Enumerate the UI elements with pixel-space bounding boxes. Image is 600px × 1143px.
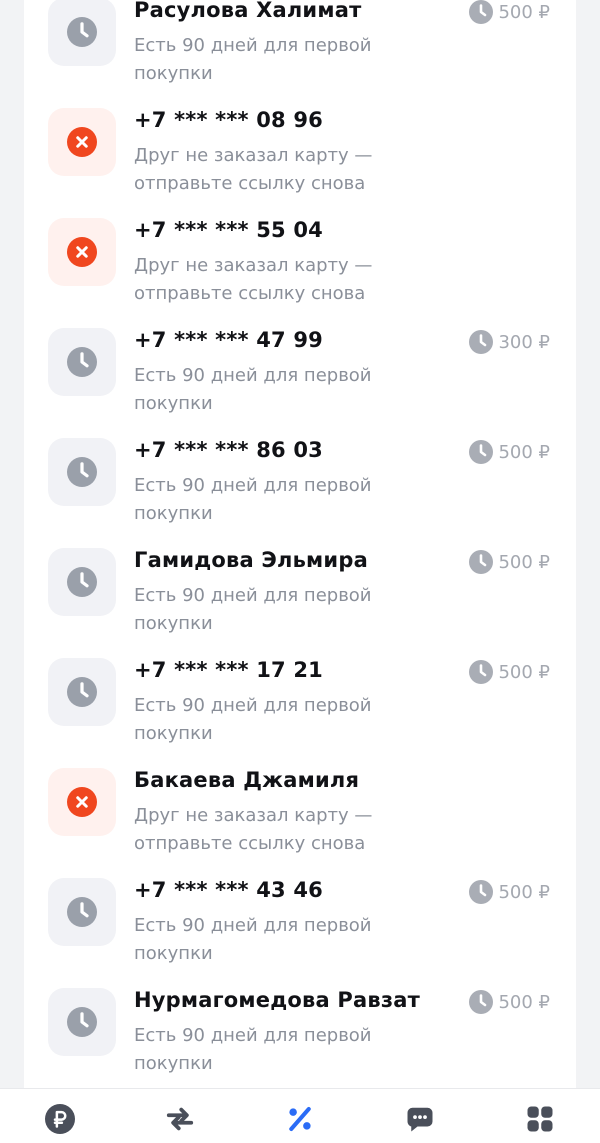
reward-amount: 500 ₽ (498, 991, 550, 1013)
clock-icon (67, 457, 97, 487)
tab-ruble[interactable] (44, 1103, 76, 1135)
pending-reward: 500 ₽ (469, 550, 550, 574)
clock-icon (67, 1007, 97, 1037)
pending-reward: 500 ₽ (469, 0, 550, 24)
percent-icon (285, 1104, 315, 1134)
tab-transfer-arrows[interactable] (164, 1103, 196, 1135)
reward-amount: 500 ₽ (498, 881, 550, 903)
cross-icon (67, 787, 97, 817)
referral-status-text: Есть 90 дней для первой покупки (134, 35, 372, 84)
pending-status-tile (48, 328, 116, 396)
grid-icon (525, 1104, 555, 1134)
referral-name: Гамидова Эльмира (134, 548, 368, 572)
clock-icon (469, 330, 494, 354)
referral-status-text: Есть 90 дней для первой покупки (134, 365, 372, 414)
tab-percent[interactable] (284, 1103, 316, 1135)
referral-name: +7 *** *** 17 21 (134, 658, 323, 682)
referral-item[interactable]: Расулова Халимат Есть 90 дней для первой … (24, 0, 576, 90)
referral-name: +7 *** *** 43 46 (134, 878, 323, 902)
referral-item[interactable]: +7 *** *** 55 04 Друг не заказал карту — … (24, 200, 576, 310)
pending-status-tile (48, 658, 116, 726)
reward-amount: 500 ₽ (498, 551, 550, 573)
referral-name: Бакаева Джамиля (134, 768, 360, 792)
tab-grid[interactable] (524, 1103, 556, 1135)
referral-name: Расулова Халимат (134, 0, 362, 22)
clock-icon (67, 897, 97, 927)
referral-item[interactable]: Бакаева Джамиля Друг не заказал карту — о… (24, 750, 576, 860)
pending-reward: 500 ₽ (469, 880, 550, 904)
referral-status-text: Есть 90 дней для первой покупки (134, 475, 372, 524)
clock-icon (469, 550, 494, 574)
clock-icon (469, 990, 494, 1014)
reward-amount: 300 ₽ (498, 331, 550, 353)
reward-amount: 500 ₽ (498, 661, 550, 683)
tab-chat[interactable] (404, 1103, 436, 1135)
referral-name: +7 *** *** 86 03 (134, 438, 323, 462)
referral-item[interactable]: Нурмагомедова Равзат Есть 90 дней для пер… (24, 970, 576, 1080)
referral-list: Расулова Халимат Есть 90 дней для первой … (24, 0, 576, 1080)
referral-name: +7 *** *** 08 96 (134, 108, 323, 132)
clock-icon (469, 0, 494, 24)
referral-status-text: Друг не заказал карту — отправьте ссылку… (134, 145, 373, 194)
referral-status-text: Друг не заказал карту — отправьте ссылку… (134, 255, 373, 304)
bottom-tab-bar (0, 1088, 600, 1143)
referral-item[interactable]: +7 *** *** 43 46 Есть 90 дней для первой … (24, 860, 576, 970)
referral-item[interactable]: +7 *** *** 86 03 Есть 90 дней для первой … (24, 420, 576, 530)
referral-item[interactable]: +7 *** *** 08 96 Друг не заказал карту — … (24, 90, 576, 200)
referral-status-text: Есть 90 дней для первой покупки (134, 695, 372, 744)
pending-status-tile (48, 988, 116, 1056)
pending-status-tile (48, 548, 116, 616)
pending-status-tile (48, 878, 116, 946)
pending-reward: 500 ₽ (469, 660, 550, 684)
transfer-arrows-icon (165, 1104, 195, 1134)
referrals-card: Расулова Халимат Есть 90 дней для первой … (24, 0, 576, 1088)
failed-status-tile (48, 218, 116, 286)
clock-icon (469, 660, 494, 684)
clock-icon (67, 347, 97, 377)
clock-icon (67, 567, 97, 597)
pending-reward: 500 ₽ (469, 990, 550, 1014)
pending-status-tile (48, 0, 116, 66)
pending-reward: 500 ₽ (469, 440, 550, 464)
referral-name: +7 *** *** 55 04 (134, 218, 323, 242)
clock-icon (67, 17, 97, 47)
reward-amount: 500 ₽ (498, 441, 550, 463)
referral-status-text: Есть 90 дней для первой покупки (134, 1025, 372, 1074)
cross-icon (67, 237, 97, 267)
chat-icon (405, 1104, 435, 1134)
pending-reward: 300 ₽ (469, 330, 550, 354)
clock-icon (469, 440, 494, 464)
referral-status-text: Есть 90 дней для первой покупки (134, 915, 372, 964)
referral-item[interactable]: Гамидова Эльмира Есть 90 дней для первой … (24, 530, 576, 640)
clock-icon (469, 880, 494, 904)
referral-item[interactable]: +7 *** *** 47 99 Есть 90 дней для первой … (24, 310, 576, 420)
failed-status-tile (48, 108, 116, 176)
referral-name: Нурмагомедова Равзат (134, 988, 420, 1012)
clock-icon (67, 677, 97, 707)
failed-status-tile (48, 768, 116, 836)
pending-status-tile (48, 438, 116, 506)
referral-status-text: Друг не заказал карту — отправьте ссылку… (134, 805, 373, 854)
referral-name: +7 *** *** 47 99 (134, 328, 323, 352)
cross-icon (67, 127, 97, 157)
ruble-icon (45, 1104, 75, 1134)
referral-item[interactable]: +7 *** *** 17 21 Есть 90 дней для первой … (24, 640, 576, 750)
reward-amount: 500 ₽ (498, 1, 550, 23)
referral-status-text: Есть 90 дней для первой покупки (134, 585, 372, 634)
